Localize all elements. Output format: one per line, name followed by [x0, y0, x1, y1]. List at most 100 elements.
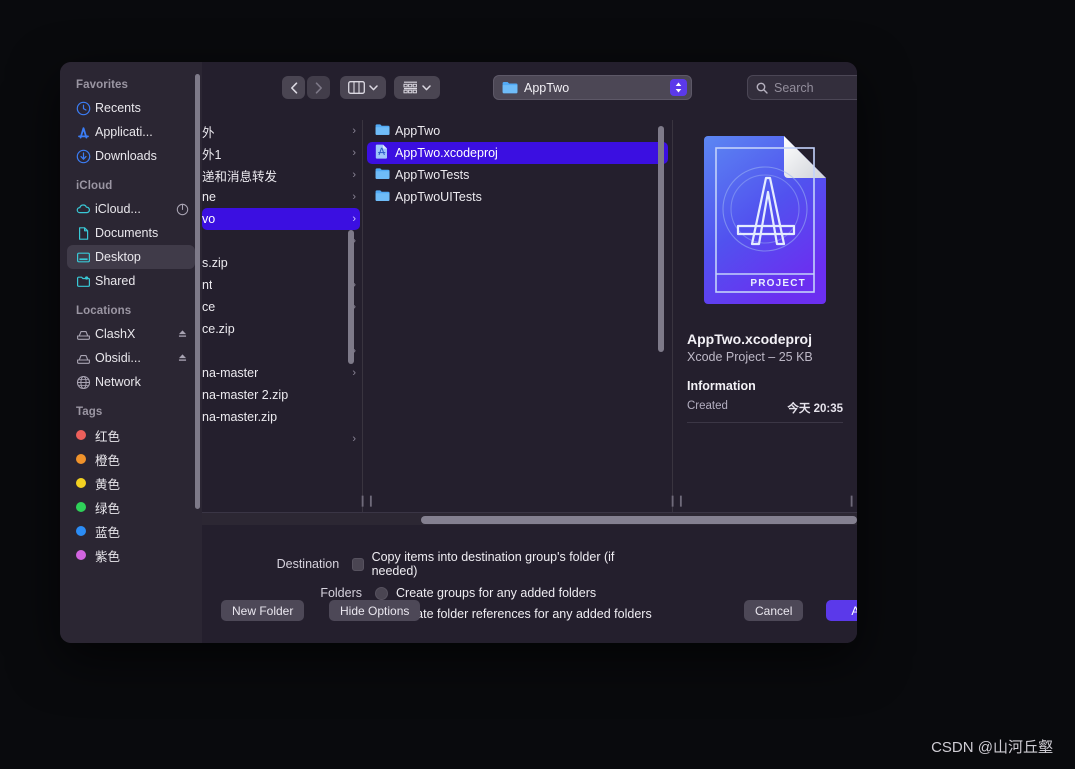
- folder-icon: [375, 168, 390, 179]
- horizontal-scrollbar-track[interactable]: [202, 512, 857, 525]
- file-row[interactable]: 递和消息转发 ›: [202, 164, 360, 186]
- file-row-label: AppTwo: [395, 124, 441, 138]
- eject-icon[interactable]: [176, 328, 195, 341]
- file-row-label: nt: [202, 278, 213, 292]
- sidebar-item-[interactable]: 绿色: [67, 495, 195, 519]
- preview-column-resize-grip[interactable]: ❙❙: [847, 496, 857, 507]
- sidebar-item-desktop[interactable]: Desktop: [67, 245, 195, 269]
- sidebar-item-obsidi[interactable]: Obsidi...: [67, 346, 195, 370]
- file-row[interactable]: 外 ›: [202, 120, 360, 142]
- tag-dot: [76, 526, 95, 536]
- file-row[interactable]: s.zip: [202, 252, 360, 274]
- folders-label: Folders: [320, 586, 362, 600]
- sidebar-item-shared[interactable]: Shared: [67, 269, 195, 293]
- tag-dot: [76, 430, 95, 440]
- sidebar-item-label: Recents: [95, 101, 141, 115]
- hide-options-button[interactable]: Hide Options: [329, 600, 421, 621]
- sidebar-item-[interactable]: 黄色: [67, 471, 195, 495]
- file-row-label: vo: [202, 212, 216, 226]
- search-field[interactable]: Search: [747, 75, 857, 100]
- sidebar-item-icloud[interactable]: iCloud...: [67, 197, 195, 221]
- preview-info-row: Created 今天 20:35: [687, 400, 843, 423]
- copy-items-checkbox[interactable]: [352, 557, 364, 571]
- file-row[interactable]: ce ›: [202, 296, 360, 318]
- sidebar-item-[interactable]: 红色: [67, 423, 195, 447]
- chevron-down-icon: [422, 84, 431, 90]
- folder-icon: [375, 123, 395, 139]
- create-groups-label[interactable]: Create groups for any added folders: [396, 586, 596, 600]
- file-row[interactable]: na-master 2.zip: [202, 384, 360, 406]
- file-row[interactable]: na-master.zip: [202, 406, 360, 428]
- add-button[interactable]: Add: [826, 600, 857, 621]
- file-row[interactable]: ›: [202, 230, 360, 252]
- cancel-button[interactable]: Cancel: [744, 600, 804, 621]
- sidebar-item-recents[interactable]: Recents: [67, 96, 195, 120]
- group-by-button[interactable]: [394, 76, 440, 99]
- sidebar-item-network[interactable]: Network: [67, 370, 195, 394]
- back-button[interactable]: [282, 76, 305, 99]
- eject-icon[interactable]: [176, 352, 195, 365]
- sidebar-item-[interactable]: 橙色: [67, 447, 195, 471]
- search-icon: [756, 82, 768, 94]
- file-row[interactable]: na-master ›: [202, 362, 360, 384]
- file-row[interactable]: ›: [202, 340, 360, 362]
- file-row[interactable]: 外1 ›: [202, 142, 360, 164]
- forward-button[interactable]: [307, 76, 330, 99]
- sidebar-item-label: 蓝色: [95, 525, 121, 540]
- view-mode-button[interactable]: [340, 76, 386, 99]
- file-row-label: ce: [202, 300, 216, 314]
- sidebar-section-header: iCloud: [76, 180, 113, 192]
- progress-circle-icon[interactable]: [176, 203, 195, 216]
- sidebar-item-clashx[interactable]: ClashX: [67, 322, 195, 346]
- preview-info-label: Created: [687, 400, 728, 412]
- sidebar-item-label: Shared: [95, 274, 136, 288]
- file-row[interactable]: AppTwo›: [367, 120, 668, 142]
- sidebar-item-label: 紫色: [95, 549, 121, 564]
- file-row[interactable]: ce.zip: [202, 318, 360, 340]
- options-panel: Destination Copy items into destination …: [202, 525, 857, 643]
- file-row-label: ne: [202, 190, 216, 204]
- column-2-scrollbar[interactable]: [658, 126, 664, 352]
- horizontal-scrollbar-thumb[interactable]: [421, 516, 857, 524]
- sidebar-item-downloads[interactable]: Downloads: [67, 144, 195, 168]
- sidebar-section-gap: [60, 293, 202, 305]
- chevron-right-icon: ›: [352, 433, 356, 445]
- file-row-label: na-master: [202, 366, 259, 380]
- destination-row: Destination Copy items into destination …: [202, 550, 622, 578]
- sidebar-item-[interactable]: 紫色: [67, 543, 195, 567]
- new-folder-button[interactable]: New Folder: [221, 600, 305, 621]
- path-popup-button[interactable]: AppTwo: [493, 75, 692, 100]
- create-folder-references-label[interactable]: Create folder references for any added f…: [396, 607, 652, 621]
- sidebar-scrollbar[interactable]: [195, 74, 200, 509]
- file-row-label: 递和消息转发: [202, 169, 278, 184]
- file-row[interactable]: AppTwoTests›: [367, 164, 668, 186]
- tag-dot: [76, 502, 95, 512]
- folder-icon: [375, 189, 395, 205]
- group-by-icon: [403, 81, 417, 94]
- chevron-right-icon: ›: [352, 213, 356, 225]
- popup-arrows-icon: [670, 79, 687, 96]
- chevron-right-icon: ›: [352, 191, 356, 203]
- file-row[interactable]: AppTwoUITests›: [367, 186, 668, 208]
- preview-column: PROJECT AppTwo.xcodeproj Xcode Project –…: [673, 120, 857, 512]
- file-row[interactable]: ne ›: [202, 186, 360, 208]
- create-groups-radio[interactable]: [375, 586, 388, 600]
- column-1-scrollbar[interactable]: [348, 230, 354, 364]
- sidebar-item-[interactable]: 蓝色: [67, 519, 195, 543]
- copy-items-label[interactable]: Copy items into destination group's fold…: [372, 550, 622, 578]
- browser-column-1[interactable]: 外 › 外1 › 递和消息转发 › ne › vo › › s.zip nt › ce › ce.zip › na-…: [202, 120, 363, 512]
- sidebar: Favorites Recents Applicati... Downloads iCl…: [60, 62, 202, 643]
- file-row[interactable]: ›: [202, 428, 360, 450]
- file-row[interactable]: AppTwo.xcodeproj: [367, 142, 668, 164]
- search-placeholder: Search: [774, 80, 814, 95]
- file-row-label: 外1: [202, 147, 222, 162]
- path-popup-label: AppTwo: [524, 80, 570, 95]
- sidebar-item-label: 绿色: [95, 501, 121, 516]
- browser-column-2[interactable]: AppTwo›AppTwo.xcodeprojAppTwoTests›AppTw…: [363, 120, 673, 512]
- sidebar-item-applicati[interactable]: Applicati...: [67, 120, 195, 144]
- sidebar-item-label: iCloud...: [95, 202, 141, 216]
- file-row[interactable]: nt ›: [202, 274, 360, 296]
- chevron-right-icon: [315, 81, 322, 94]
- sidebar-item-documents[interactable]: Documents: [67, 221, 195, 245]
- file-row[interactable]: vo ›: [202, 208, 360, 230]
